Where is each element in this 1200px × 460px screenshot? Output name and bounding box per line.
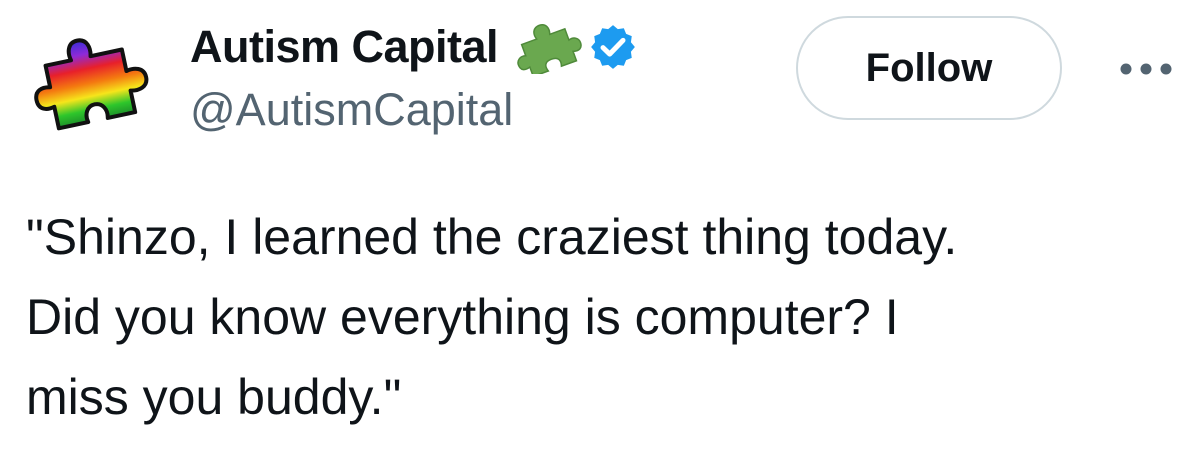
rainbow-puzzle-piece-icon: [34, 38, 149, 131]
puzzle-piece-icon: [512, 20, 582, 74]
display-name[interactable]: Autism Capital: [190, 21, 499, 73]
more-options-icon: [1120, 63, 1172, 75]
name-row: Autism Capital: [190, 14, 638, 80]
follow-button[interactable]: Follow: [796, 16, 1062, 120]
tweet: Autism Capital @AutismCapital Follow "Sh…: [0, 0, 1200, 460]
verified-badge-icon[interactable]: [588, 22, 638, 72]
more-options-button[interactable]: [1112, 44, 1180, 94]
author-handle[interactable]: @AutismCapital: [190, 84, 638, 136]
author-identity: Autism Capital @AutismCapital: [190, 14, 638, 136]
tweet-text: "Shinzo, I learned the craziest thing to…: [26, 209, 958, 425]
avatar[interactable]: [28, 26, 160, 138]
